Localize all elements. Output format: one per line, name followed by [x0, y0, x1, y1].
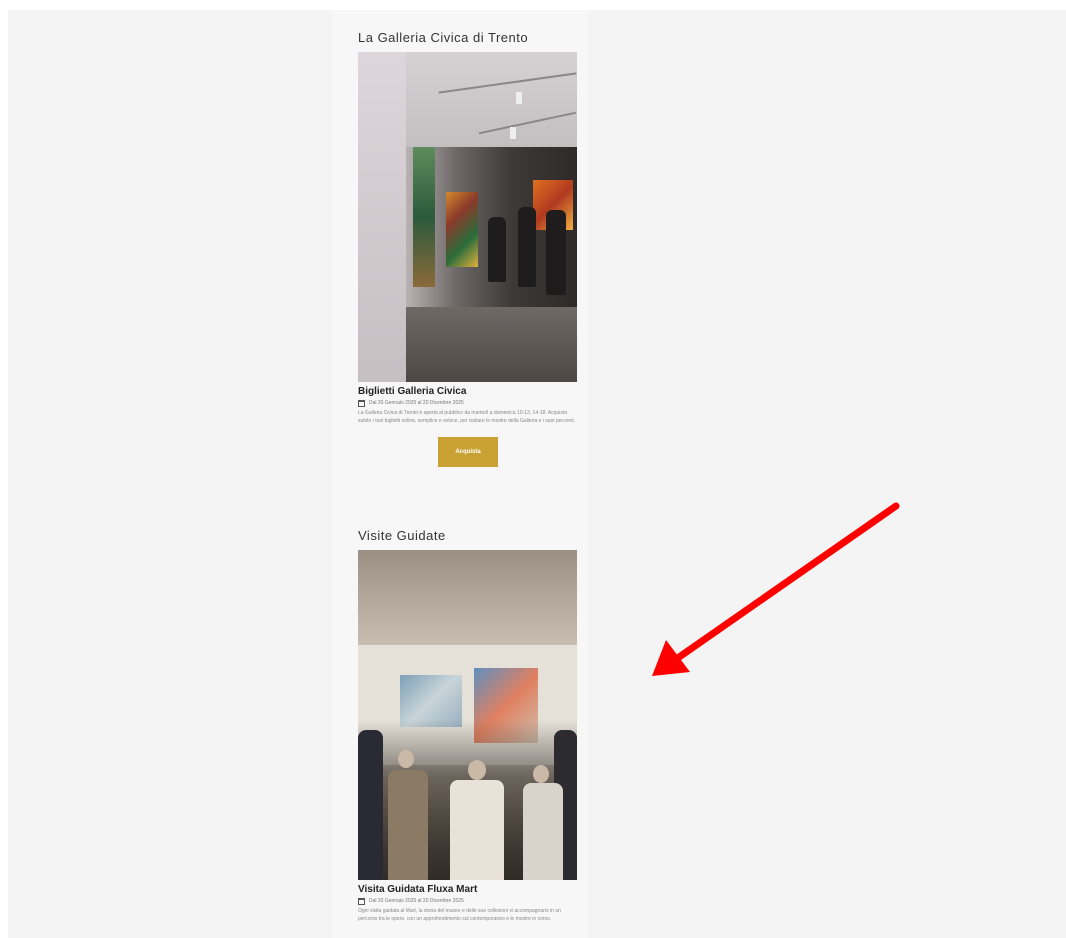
annotation-arrow-icon: [652, 502, 900, 676]
